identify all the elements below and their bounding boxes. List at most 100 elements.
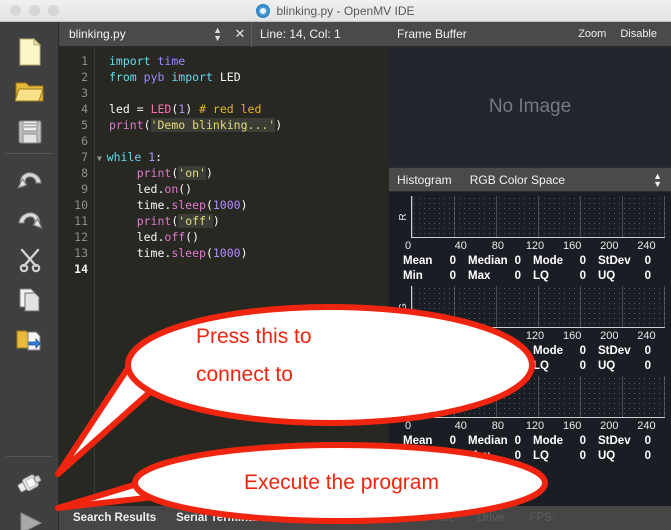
code-token: led <box>109 102 137 116</box>
code-token: 'Demo blinking...' <box>150 118 276 132</box>
line-number: 13 <box>74 246 88 260</box>
stat-key: Max <box>468 270 491 282</box>
code-content[interactable]: import time from pyb import LED led = LED… <box>95 47 389 506</box>
axis-tick: 40 <box>454 420 467 432</box>
code-line[interactable]: from pyb import LED <box>109 69 389 85</box>
code-token: ) <box>185 102 200 116</box>
redo-icon[interactable] <box>12 202 48 238</box>
code-token: # red led <box>199 102 262 116</box>
tab-search-results[interactable]: Search Results <box>59 512 156 524</box>
color-space-selector[interactable]: RGB Color Space <box>452 173 565 187</box>
line-number: 7 <box>81 150 88 164</box>
close-tab-icon[interactable]: ✕ <box>229 26 251 42</box>
code-line[interactable]: time.sleep(1000) <box>109 245 389 261</box>
code-token: ) <box>240 246 248 260</box>
right-pane: Frame Buffer Zoom Disable No Image Histo… <box>389 22 671 506</box>
code-token: sleep <box>171 198 206 212</box>
code-token: time <box>157 54 186 68</box>
code-token: ) <box>275 118 283 132</box>
stat-key: Mode <box>533 255 564 267</box>
code-line[interactable] <box>109 133 389 149</box>
frame-buffer-disable-button[interactable]: Disable <box>620 28 671 40</box>
code-line[interactable]: led.off() <box>109 229 389 245</box>
code-token: ( <box>205 198 213 212</box>
stat-value: 0 <box>449 435 456 447</box>
paste-icon[interactable] <box>12 322 48 358</box>
stat-key: Mean <box>403 435 433 447</box>
frame-buffer-header: Frame Buffer Zoom Disable <box>389 22 671 47</box>
status-bar: Search Results Serial Terminal Firmware … <box>59 506 671 530</box>
stat-cell: Mode 0 <box>533 435 598 447</box>
code-line[interactable]: import time <box>109 53 389 69</box>
axis-tick: 40 <box>454 240 467 252</box>
axis-tick: 40 <box>454 330 467 342</box>
stat-value: 0 <box>449 450 456 462</box>
run-icon[interactable] <box>12 505 48 530</box>
updown-arrows-icon[interactable]: ▲ ▼ <box>653 171 662 188</box>
fps-label: FPS: <box>529 512 555 524</box>
histogram-axis: 0 40 80 120 160 200 240 <box>389 328 671 342</box>
code-token: LED <box>150 102 172 116</box>
histogram-stats-row: Min 0 Max 0 LQ 0 UQ 0 <box>389 447 671 462</box>
code-editor[interactable]: 1 2 3 4 5 6 7 8 9 10 11 12 13 14 import time from pyb … <box>59 47 389 506</box>
stat-value: 0 <box>644 450 651 462</box>
code-line[interactable]: led.on() <box>109 181 389 197</box>
stat-key: Mode <box>533 345 564 357</box>
open-file-icon[interactable] <box>12 74 48 110</box>
axis-tick: 0 <box>405 420 412 432</box>
code-token: print <box>109 118 144 132</box>
stat-value: 0 <box>514 360 521 372</box>
line-number: 5 <box>81 118 88 132</box>
new-file-icon[interactable] <box>12 34 48 70</box>
frame-buffer-viewport[interactable]: No Image <box>389 47 671 167</box>
stat-cell: LQ 0 <box>533 270 598 282</box>
code-line[interactable] <box>109 261 389 277</box>
frame-buffer-zoom-button[interactable]: Zoom <box>578 28 620 40</box>
code-line[interactable]: time.sleep(1000) <box>109 197 389 213</box>
window-titlebar: blinking.py - OpenMV IDE <box>0 0 671 22</box>
line-number-gutter: 1 2 3 4 5 6 7 8 9 10 11 12 13 14 <box>59 47 95 506</box>
stat-value: 0 <box>644 255 651 267</box>
cut-icon[interactable] <box>12 242 48 278</box>
tab-serial-terminal[interactable]: Serial Terminal <box>156 512 258 524</box>
file-selector-dropdown[interactable]: blinking.py ▲ ▼ <box>59 22 229 47</box>
left-toolbar <box>0 22 59 530</box>
axis-tick: 200 <box>600 240 619 252</box>
histogram-stats-row: Mean 0 Median 0 Mode 0 StDev 0 <box>389 342 671 357</box>
code-token: import <box>109 54 151 68</box>
line-number: 6 <box>81 134 88 148</box>
save-file-icon[interactable] <box>12 114 48 150</box>
stat-cell: UQ 0 <box>598 450 663 462</box>
histogram-stats-row: Mean 0 Median 0 Mode 0 StDev 0 <box>389 432 671 447</box>
undo-icon[interactable] <box>12 162 48 198</box>
code-line[interactable]: print('on') <box>109 165 389 181</box>
stat-key: Min <box>403 270 423 282</box>
code-token: print <box>136 214 172 228</box>
stat-cell: UQ 0 <box>598 360 663 372</box>
stat-value: 0 <box>514 270 521 282</box>
histogram-header: Histogram RGB Color Space ▲ ▼ <box>389 167 671 192</box>
code-line[interactable] <box>109 85 389 101</box>
stat-value: 0 <box>579 450 586 462</box>
code-token: = <box>136 102 151 116</box>
histogram-channels: R 0 40 80 120 160 200 240 Mean 0 Median 0 Mode 0 StDev… <box>389 192 671 462</box>
histogram-title: Histogram <box>397 172 452 187</box>
code-token: print <box>136 166 172 180</box>
axis-tick: 120 <box>525 330 545 342</box>
code-line[interactable]: print('Demo blinking...') <box>109 117 389 133</box>
stat-cell: Max 0 <box>468 360 533 372</box>
frame-buffer-title: Frame Buffer <box>397 27 467 41</box>
toolbar-divider-1 <box>6 153 53 154</box>
copy-icon[interactable] <box>12 282 48 318</box>
openmv-ide-window: blinking.py - OpenMV IDE blinking.py ▲ ▼… <box>0 0 671 530</box>
stat-key: Median <box>468 345 508 357</box>
current-filename: blinking.py <box>69 27 126 41</box>
connect-icon[interactable] <box>12 465 48 501</box>
code-line[interactable]: led = LED(1) # red led <box>109 101 389 117</box>
fold-triangle-icon[interactable]: ▼ <box>97 154 107 163</box>
code-line[interactable]: print('off') <box>109 213 389 229</box>
axis-tick: 160 <box>562 420 582 432</box>
code-line[interactable]: ▼ while 1: <box>97 149 389 165</box>
code-token: sleep <box>171 246 206 260</box>
stat-key: Max <box>468 450 491 462</box>
